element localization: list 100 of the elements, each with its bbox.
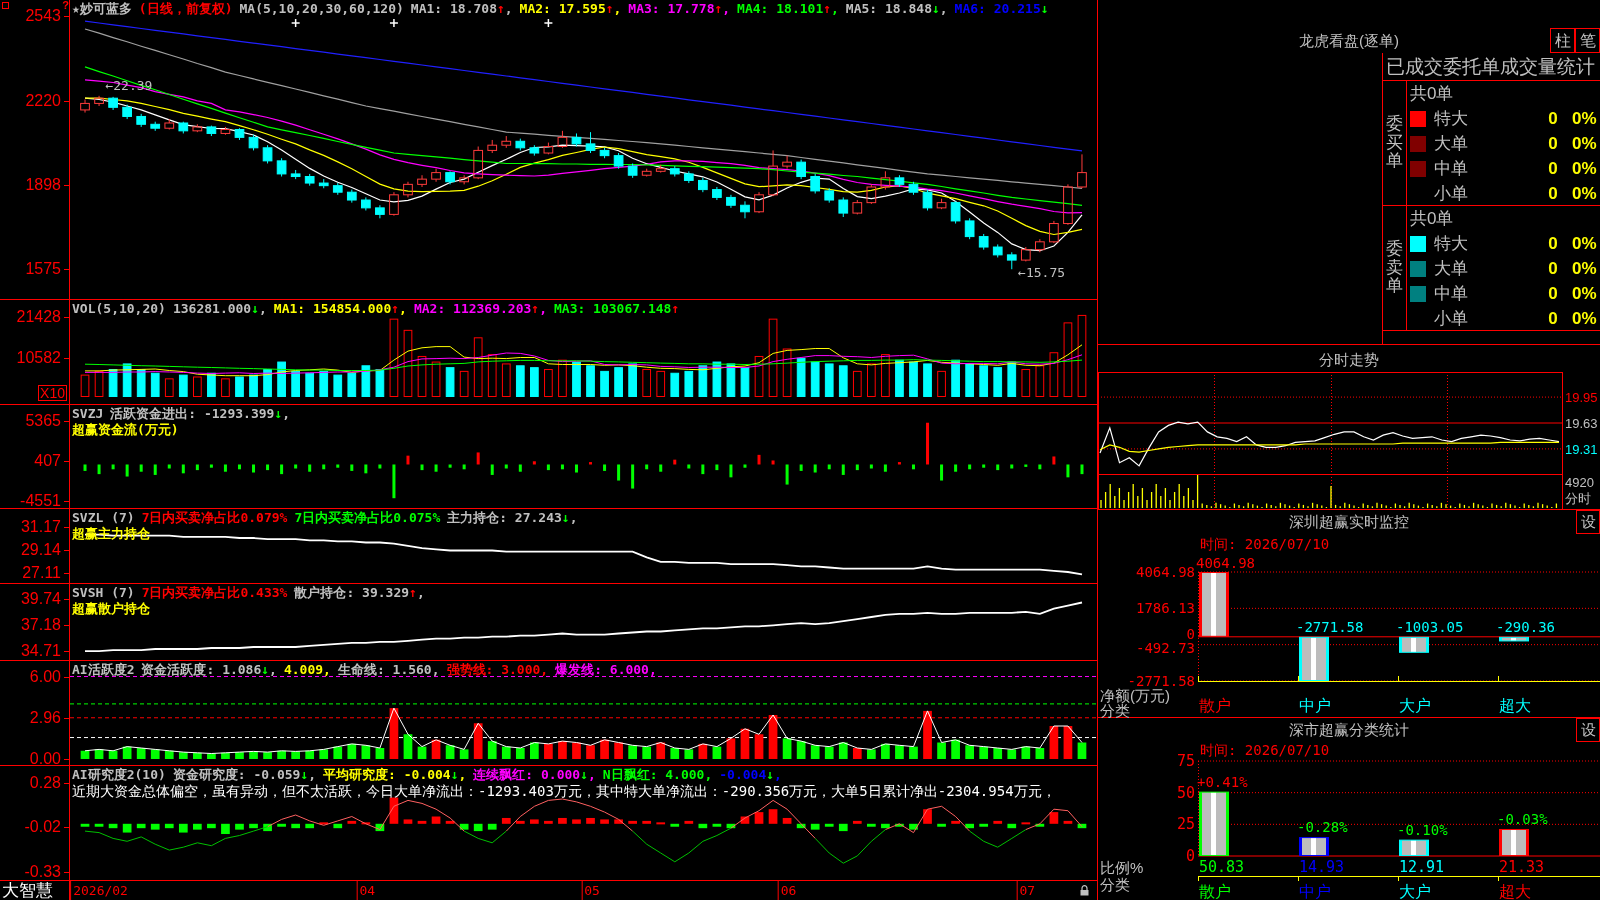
order-share: 0%: [1572, 233, 1597, 254]
order-count: 0: [1548, 258, 1558, 279]
indicator-label: 超赢资金流(万元): [72, 422, 179, 438]
date-label: 06: [777, 881, 797, 900]
bar-value-label: 21.33: [1499, 858, 1545, 876]
order-count: 0: [1548, 233, 1558, 254]
trend-arrow: ↓,: [931, 1, 948, 17]
trend-arrow: ↓,: [561, 510, 578, 526]
axis-label: 25: [1176, 815, 1195, 834]
section-title: 深圳超赢实时监控: [1289, 513, 1409, 532]
summary-text: 近期大资金总体偏空，虽有异动，但不太活跃，今日大单净流出：-1293.403万元，其中特大单净流出：-290.356万元，大单5日累计净出-2304.954万元，: [72, 783, 1056, 800]
indicator-label: MA2: 112369.203: [413, 301, 532, 317]
axis-label: 29.14: [20, 541, 61, 559]
axis-title: 分类: [1100, 701, 1130, 718]
indicator-label: MA5: 18.848: [845, 1, 932, 17]
change-label: -0.03%: [1497, 811, 1548, 827]
axis-label: 5365: [25, 412, 61, 431]
axis-label: 4064.98: [1136, 564, 1195, 580]
axis-label: 6.00: [29, 667, 61, 686]
indicator-label: 爆发线: 6.000,: [555, 662, 657, 678]
order-total: 共0单: [1410, 208, 1454, 230]
axis-label: 0.28: [29, 773, 61, 792]
bar-value-label: -290.36: [1496, 618, 1555, 635]
order-size-label: 大单: [1434, 133, 1468, 154]
order-share: 0%: [1572, 108, 1597, 129]
change-label: -0.28%: [1297, 819, 1348, 836]
indicator-label: 超赢散户持仓: [72, 601, 150, 617]
category-label: 超大: [1499, 882, 1531, 900]
trend-arrow: ↓,: [251, 301, 267, 317]
indicator-label: 主力持仓: 27.243: [447, 510, 562, 526]
indicator-label: 强势线: 3.000,: [446, 662, 549, 678]
axis-label: 50: [1176, 783, 1195, 802]
order-share: 0%: [1572, 133, 1597, 154]
date-label: 2026/02: [70, 881, 128, 900]
axis-label: 75: [1176, 752, 1195, 770]
date-label: 04: [356, 881, 376, 900]
order-count: 0: [1548, 108, 1558, 129]
period-label: 分时: [1564, 491, 1591, 507]
axis-label: -492.73: [1136, 639, 1195, 656]
axis-label: -4551: [20, 492, 61, 510]
trend-arrow: ↓,: [766, 767, 782, 783]
order-share: 0%: [1572, 308, 1597, 329]
order-size-label: 大单: [1434, 258, 1468, 279]
table-title: 已成交委托单成交量统计: [1383, 53, 1600, 81]
axis-label: 10582: [16, 348, 61, 367]
indicator-label: MA3: 17.778: [628, 1, 715, 17]
trend-arrow: ↑: [671, 301, 680, 317]
indicator-label: MA3: 103067.148: [554, 301, 672, 317]
order-size-label: 特大: [1434, 233, 1468, 254]
axis-label: 0.00: [29, 750, 61, 768]
indicator-label: MA(5,10,20,30,60,120): [239, 1, 404, 17]
group-label: 委卖单: [1386, 239, 1403, 297]
axis-label: 31.17: [20, 518, 61, 536]
order-share: 0%: [1572, 158, 1597, 179]
indicator-label: (日线，前复权): [138, 1, 233, 17]
chart-subtitle: 时间: 2026/07/10: [1200, 536, 1330, 552]
axis-label: 2220: [25, 91, 61, 110]
axis-label: 39.74: [20, 590, 61, 608]
axis-label: 27.11: [22, 564, 61, 582]
indicator-label: 7日内买卖净占比0.433%: [141, 585, 288, 601]
indicator-label: 生命线: 1.560,: [337, 662, 440, 678]
indicator-label: MA1: 154854.000: [273, 301, 392, 317]
indicator-label: N日飘红: 4.000,: [602, 767, 713, 783]
indicator-label: SVSH (7): [72, 585, 135, 601]
trend-arrow: ↓,: [580, 767, 596, 783]
indicator-label: 连续飘红: 0.000: [473, 767, 581, 783]
order-total: 共0单: [1410, 83, 1454, 105]
axis-title: 比例%: [1100, 858, 1144, 876]
trend-arrow: ↑,: [531, 301, 547, 317]
axis-title: 净额(万元): [1100, 686, 1170, 704]
axis-label: 2543: [25, 7, 61, 26]
price-annotation: ←15.75: [1018, 264, 1066, 280]
indicator-label: 136281.000: [172, 301, 252, 317]
axis-label: 19.31: [1565, 441, 1598, 457]
trend-arrow: ↓: [1040, 1, 1049, 17]
chart-subtitle: 时间: 2026/07/10: [1200, 742, 1330, 758]
section-title: 深市超赢分类统计: [1289, 721, 1409, 740]
trend-arrow: ↓,: [300, 767, 317, 783]
trend-arrow: ↑,: [714, 1, 731, 17]
section-title: 分时走势: [1319, 351, 1379, 370]
axis-label: 19.95: [1565, 389, 1598, 405]
indicator-label: 散户持仓: 39.329: [294, 585, 410, 601]
indicator-label: MA2: 17.595: [519, 1, 606, 17]
indicator-label: 4.009,: [283, 662, 331, 678]
order-count: 0: [1548, 283, 1558, 304]
trend-arrow: ↓,: [274, 406, 291, 422]
category-label: 中户: [1299, 696, 1331, 714]
indicator-label: VOL(5,10,20): [72, 301, 166, 317]
trend-arrow: ↑,: [391, 301, 407, 317]
axis-label: 407: [34, 452, 61, 471]
axis-title: 分类: [1100, 875, 1130, 893]
trend-arrow: ↑,: [496, 1, 513, 17]
indicator-label: MA6: 20.215: [954, 1, 1041, 17]
indicator-label: 7日内买卖净占比0.079%: [141, 510, 288, 526]
order-count: 0: [1548, 308, 1558, 329]
order-size-label: 中单: [1434, 158, 1468, 179]
category-label: 大户: [1399, 696, 1431, 714]
volume-scale-label: 4920: [1564, 475, 1594, 491]
indicator-label: AI研究度2(10): [72, 767, 166, 783]
axis-label: 2.96: [29, 709, 61, 728]
